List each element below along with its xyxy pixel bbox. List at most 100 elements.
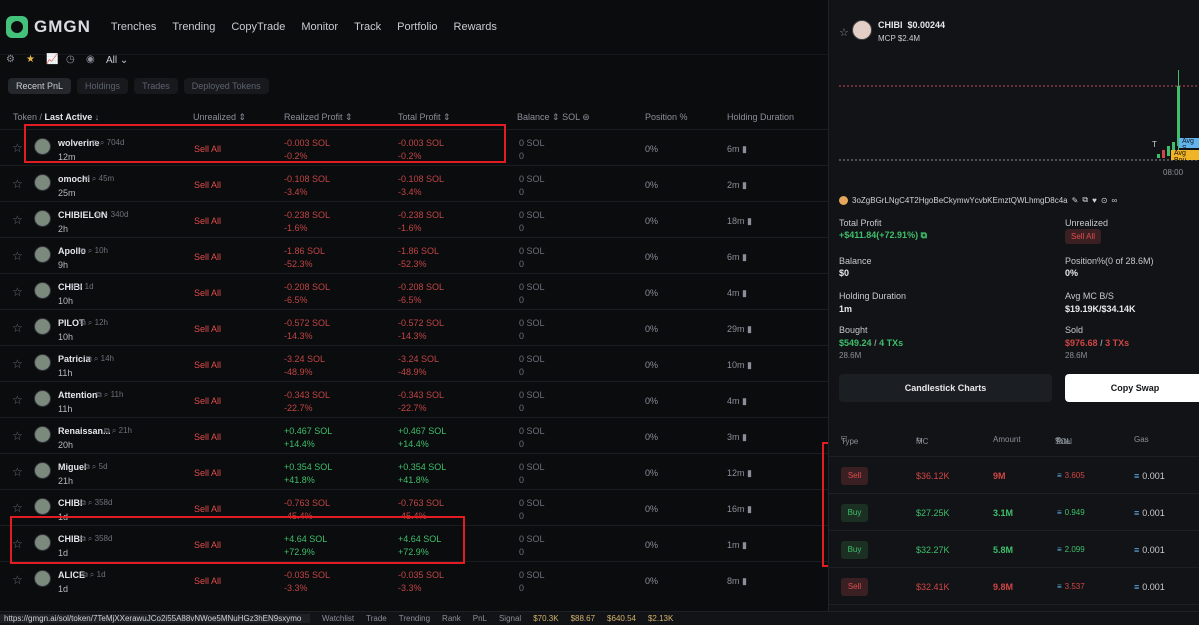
trending-link[interactable]: Trending — [399, 614, 430, 623]
star-icon[interactable]: ☆ — [12, 286, 23, 298]
col-token[interactable]: Token / Last Active ↓ — [13, 112, 99, 122]
table-row[interactable]: ☆ CHIBI ⧉ ⌕ 358d 1d Sell All +4.64 SOL +72.9% +… — [0, 525, 828, 561]
col-position[interactable]: Position % — [645, 112, 688, 122]
col-realized-profit[interactable]: Realized Profit ⇕ — [284, 112, 353, 123]
table-row[interactable]: ☆ Apollo ⧉ ⌕ 10h 9h Sell All -1.86 SOL -52.3% -… — [0, 237, 828, 273]
logo[interactable]: GMGN — [6, 16, 91, 38]
star-icon[interactable]: ☆ — [12, 466, 23, 478]
table-row[interactable]: ☆ omochi ⧉ ⌕ 45m 25m Sell All -0.108 SOL -3.4%… — [0, 165, 828, 201]
chain-filter-select[interactable]: All ⌄ — [106, 55, 128, 66]
token-name[interactable]: ALICE — [58, 570, 85, 580]
tx-col-total[interactable]: Total SOL ⊛ — [1055, 435, 1072, 446]
sell-all-button[interactable]: Sell All — [194, 324, 221, 334]
sell-all-button[interactable]: Sell All — [194, 252, 221, 262]
nav-trenches[interactable]: Trenches — [111, 21, 156, 33]
rank-link[interactable]: Rank — [442, 614, 461, 623]
col-unrealized[interactable]: Unrealized ⇕ — [193, 112, 246, 123]
sell-all-button[interactable]: Sell All — [1065, 229, 1102, 244]
star-icon[interactable]: ☆ — [12, 178, 23, 190]
tx-col-type[interactable]: Type ⛉ — [841, 435, 858, 446]
tx-col-gas[interactable]: Gas — [1134, 435, 1149, 444]
token-name[interactable]: CHIBI — [58, 498, 83, 508]
nav-track[interactable]: Track — [354, 21, 381, 33]
link-icon[interactable]: ∞ — [1112, 196, 1118, 205]
watchlist-link[interactable]: Watchlist — [322, 614, 354, 623]
sell-all-button[interactable]: Sell All — [194, 216, 221, 226]
tab-trades[interactable]: Trades — [134, 78, 178, 94]
star-icon[interactable]: ☆ — [12, 322, 23, 334]
nav-copytrade[interactable]: CopyTrade — [231, 21, 285, 33]
nav-monitor[interactable]: Monitor — [301, 21, 338, 33]
sell-all-button[interactable]: Sell All — [194, 504, 221, 514]
col-balance[interactable]: Balance ⇕ SOL ⊛ — [517, 112, 590, 123]
nav-rewards[interactable]: Rewards — [454, 21, 497, 33]
star-icon[interactable]: ★ — [26, 55, 36, 65]
star-icon[interactable]: ☆ — [12, 430, 23, 442]
sell-all-button[interactable]: Sell All — [194, 576, 221, 586]
trade-link[interactable]: Trade — [366, 614, 387, 623]
candlestick-charts-button[interactable]: Candlestick Charts — [839, 374, 1052, 402]
tab-holdings[interactable]: Holdings — [77, 78, 129, 94]
holding-duration: 2m ▮ — [727, 180, 747, 190]
edit-icon[interactable]: ✎ — [1072, 196, 1079, 205]
nav-portfolio[interactable]: Portfolio — [397, 21, 437, 33]
sell-all-button[interactable]: Sell All — [194, 432, 221, 442]
tab-deployed-tokens[interactable]: Deployed Tokens — [183, 78, 269, 94]
col-total-profit[interactable]: Total Profit ⇕ — [398, 112, 451, 123]
tx-row[interactable]: Buy $32.27K 5.8M ≡ 2.099 ≡ 0.001 — [829, 530, 1199, 567]
table-row[interactable]: ☆ wolverine ⧉ ⌕ 704d 12m Sell All -0.003 SOL -… — [0, 129, 828, 165]
star-icon[interactable]: ☆ — [12, 214, 23, 226]
chain-icon[interactable]: ◉ — [86, 55, 96, 65]
sell-all-button[interactable]: Sell All — [194, 144, 221, 154]
bnb-price: $640.54 — [607, 614, 636, 623]
sell-all-button[interactable]: Sell All — [194, 396, 221, 406]
table-row[interactable]: ☆ CHIBI ⧉ ⌕ 358d 1d Sell All -0.763 SOL -45.4%… — [0, 489, 828, 525]
table-row[interactable]: ☆ ALICE ⧉ ⌕ 1d 1d Sell All -0.035 SOL -3.3% -0.… — [0, 561, 828, 597]
col-holding-duration[interactable]: Holding Duration — [727, 112, 794, 122]
tx-row[interactable]: Sell $36.12K 9M ≡ 3.605 ≡ 0.001 — [829, 456, 1199, 493]
star-icon[interactable]: ☆ — [12, 538, 23, 550]
star-icon[interactable]: ☆ — [12, 574, 23, 586]
tab-recent-pnl[interactable]: Recent PnL — [8, 78, 72, 94]
tx-col-amount[interactable]: Amount — [993, 435, 1021, 444]
heart-icon[interactable]: ♥ — [1092, 196, 1097, 205]
table-row[interactable]: ☆ Patricia ⧉ ⌕ 14h 11h Sell All -3.24 SOL -48.… — [0, 345, 828, 381]
sell-all-button[interactable]: Sell All — [194, 540, 221, 550]
token-name[interactable]: Miguel — [58, 462, 87, 472]
share-icon[interactable]: ⧉ — [921, 230, 927, 240]
copy-swap-button[interactable]: Copy Swap — [1065, 374, 1199, 402]
table-row[interactable]: ☆ Miguel ⧉ ⌕ 5d 21h Sell All +0.354 SOL +41.8%… — [0, 453, 828, 489]
tx-col-mc[interactable]: MC ⇆ — [916, 435, 928, 446]
sell-all-button[interactable]: Sell All — [194, 468, 221, 478]
favorite-star-icon[interactable]: ☆ — [839, 26, 849, 39]
star-icon[interactable]: ☆ — [12, 142, 23, 154]
sell-all-button[interactable]: Sell All — [194, 180, 221, 190]
nav-trending[interactable]: Trending — [172, 21, 215, 33]
star-icon[interactable]: ☆ — [12, 250, 23, 262]
settings-icon[interactable]: ⚙ — [6, 55, 16, 65]
token-name[interactable]: Attention — [58, 390, 98, 400]
sell-all-button[interactable]: Sell All — [194, 360, 221, 370]
table-row[interactable]: ☆ CHIBIELON ⧉ ⌕ 340d 2h Sell All -0.238 SOL -1… — [0, 201, 828, 237]
table-row[interactable]: ☆ Attention ⧉ ⌕ 11h 11h Sell All -0.343 SOL -2… — [0, 381, 828, 417]
token-name[interactable]: CHIBI — [58, 534, 83, 544]
tx-row[interactable]: Buy $27.25K 3.1M ≡ 0.949 ≡ 0.001 — [829, 493, 1199, 530]
sell-all-button[interactable]: Sell All — [194, 288, 221, 298]
tx-row[interactable]: Sell $32.41K 9.8M ≡ 3.537 ≡ 0.001 — [829, 567, 1199, 604]
table-row[interactable]: ☆ CHIBI ⧉ ⌕ 1d 10h Sell All -0.208 SOL -6.5% -0… — [0, 273, 828, 309]
token-name[interactable]: Renaissan... — [58, 426, 111, 436]
pnl-link[interactable]: PnL — [473, 614, 487, 623]
position-pct: 0% — [645, 468, 659, 478]
star-icon[interactable]: ☆ — [12, 394, 23, 406]
share-icon[interactable]: ⊙ — [1101, 196, 1108, 205]
table-row[interactable]: ☆ PILOT ⧉ ⌕ 12h 10h Sell All -0.572 SOL -14.3%… — [0, 309, 828, 345]
table-row[interactable]: ☆ Renaissan... ⧉ ⌕ 21h 20h Sell All +0.467 SO… — [0, 417, 828, 453]
copy-icon[interactable]: ⧉ — [1082, 195, 1088, 205]
star-icon[interactable]: ☆ — [12, 502, 23, 514]
price-chart[interactable]: T — [839, 56, 1199, 176]
clock-icon[interactable]: ◷ — [66, 55, 76, 65]
signal-link[interactable]: Signal — [499, 614, 521, 623]
wallet-address-text[interactable]: 3oZgBGrLNgC4T2HgoBeCkymwYcvbKEmztQWLhmgD… — [852, 196, 1068, 205]
chart-icon[interactable]: 📈 — [46, 55, 58, 65]
star-icon[interactable]: ☆ — [12, 358, 23, 370]
